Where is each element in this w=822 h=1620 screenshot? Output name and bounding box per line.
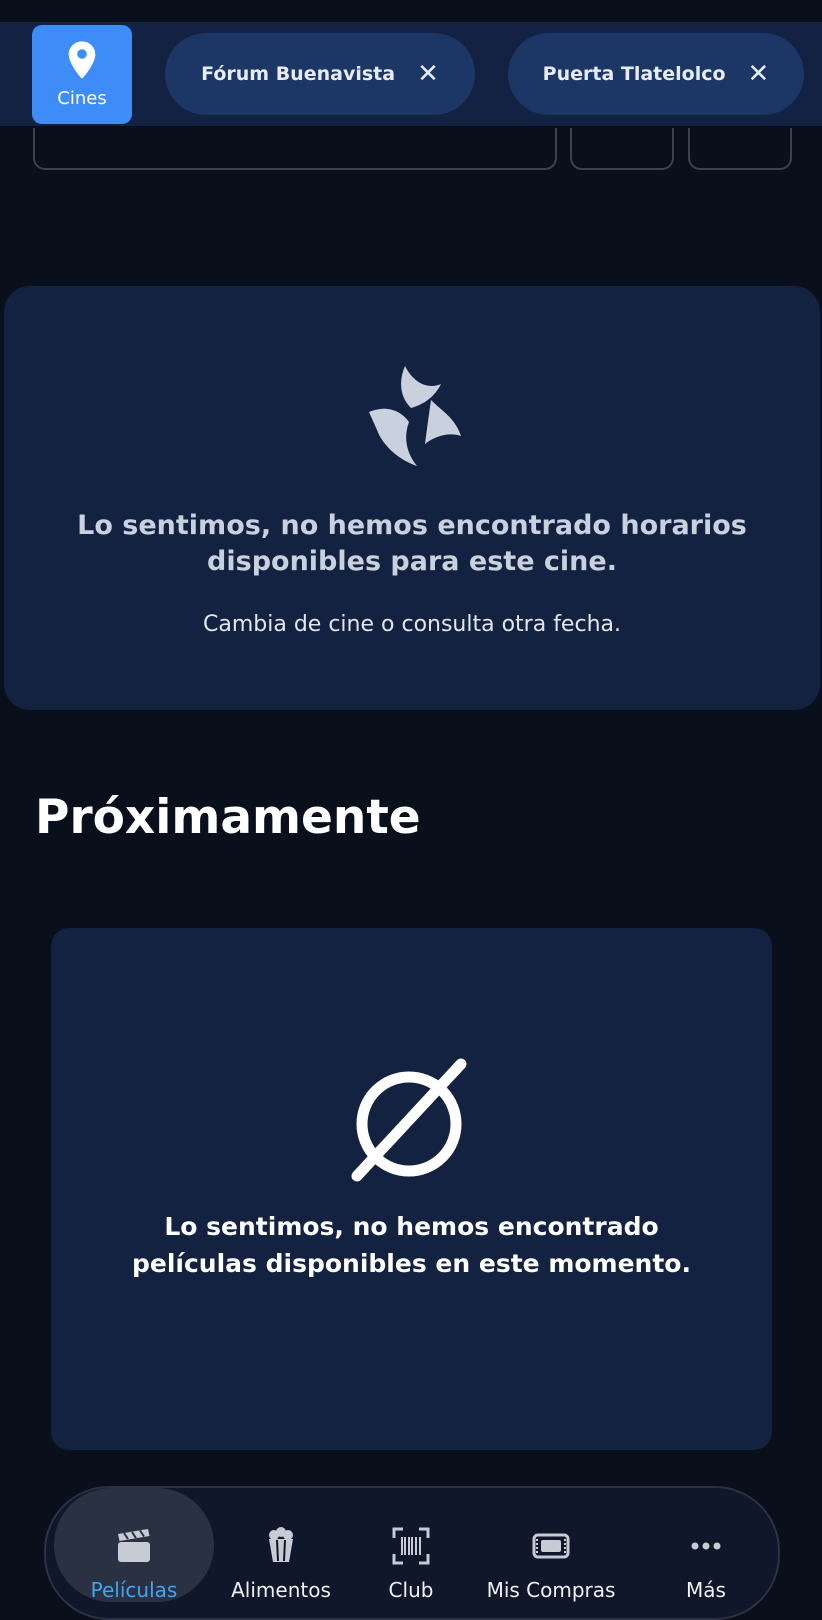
ticket-icon: [532, 1533, 570, 1559]
chip-label: Fórum Buenavista: [201, 63, 396, 85]
popcorn-icon: [269, 1527, 293, 1562]
filter-partial-2[interactable]: [688, 128, 792, 170]
more-dots-icon: [691, 1542, 721, 1550]
nav-label: Películas: [90, 1578, 178, 1602]
cines-label: Cines: [57, 88, 107, 109]
nav-label: Más: [686, 1578, 726, 1602]
upcoming-section-title: Próximamente: [35, 790, 421, 845]
nav-peliculas[interactable]: Películas: [54, 1488, 214, 1602]
barcode-scan-icon: [392, 1527, 430, 1565]
nav-mas[interactable]: Más: [631, 1488, 781, 1602]
showtimes-empty-subtitle: Cambia de cine o consulta otra fecha.: [203, 612, 621, 637]
close-icon[interactable]: ✕: [417, 61, 439, 87]
showtimes-empty-card: Lo sentimos, no hemos encontrado horario…: [4, 286, 820, 710]
showtimes-empty-title: Lo sentimos, no hemos encontrado horario…: [77, 510, 747, 577]
nav-label: Mis Compras: [486, 1578, 616, 1602]
clapperboard-icon: [118, 1529, 150, 1562]
close-icon[interactable]: ✕: [748, 61, 770, 87]
upcoming-empty-card: Lo sentimos, no hemos encontrado películ…: [51, 928, 772, 1450]
cines-button[interactable]: Cines: [32, 25, 132, 124]
nav-club[interactable]: Club: [336, 1488, 486, 1602]
upcoming-empty-title: Lo sentimos, no hemos encontrado películ…: [132, 1212, 691, 1278]
nav-alimentos[interactable]: Alimentos: [206, 1488, 356, 1602]
location-pin-icon: [68, 41, 96, 79]
filter-partial-1[interactable]: [570, 128, 674, 170]
nav-label: Club: [388, 1578, 434, 1602]
brand-logo-icon: [369, 366, 461, 466]
date-selector-partial[interactable]: [33, 128, 557, 170]
cinema-chip-puerta-tlatelolco[interactable]: Puerta Tlatelolco ✕: [508, 33, 804, 115]
nav-mis-compras[interactable]: Mis Compras: [466, 1488, 636, 1602]
cinema-chip-forum-buenavista[interactable]: Fórum Buenavista ✕: [165, 33, 475, 115]
nav-label: Alimentos: [231, 1578, 331, 1602]
empty-set-icon: [351, 1058, 467, 1182]
chip-label: Puerta Tlatelolco: [542, 63, 726, 85]
